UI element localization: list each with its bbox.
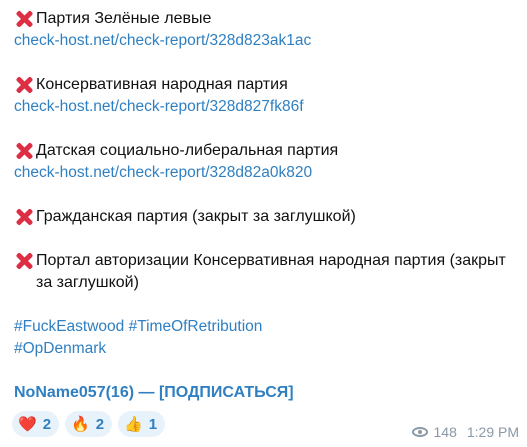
heart-icon: ❤️ [18,415,37,433]
entry-title: Партия Зелёные левые [14,8,524,30]
entry-title: Датская социально-либеральная партия [14,140,524,162]
entry-1: Партия Зелёные левые check-host.net/chec… [14,8,524,52]
hashtags: #FuckEastwood #TimeOfRetribution #OpDenm… [14,316,524,360]
entry-title-text: Датская социально-либеральная партия [36,142,339,159]
reaction-heart[interactable]: ❤️ 2 [12,411,60,437]
check-report-link[interactable]: check-host.net/check-report/328d82a0k820 [14,162,524,184]
check-report-link[interactable]: check-host.net/check-report/328d823ak1ac [14,30,524,52]
reaction-count: 2 [42,415,52,433]
hashtag-line[interactable]: #OpDenmark [14,338,524,360]
cross-mark-icon [14,251,34,271]
entry-4: Гражданская партия (закрыт за заглушкой) [14,206,524,228]
entry-title: Портал авторизации Консервативная народн… [14,250,524,294]
cross-mark-icon [14,207,34,227]
eye-icon [411,427,428,437]
entry-title-text: Портал авторизации Консервативная народн… [36,252,506,291]
entry-5: Портал авторизации Консервативная народн… [14,250,524,294]
fire-icon: 🔥 [71,415,90,433]
entry-title: Консервативная народная партия [14,74,524,96]
entry-title-text: Консервативная народная партия [36,76,288,93]
message-meta: 148 1:29 PM [411,424,519,440]
reaction-count: 1 [148,415,158,433]
entry-3: Датская социально-либеральная партия che… [14,140,524,184]
reaction-fire[interactable]: 🔥 2 [65,411,113,437]
entry-title: Гражданская партия (закрыт за заглушкой) [14,206,524,228]
cross-mark-icon [14,141,34,161]
channel-signature-link[interactable]: NoName057(16) — [ПОДПИСАТЬСЯ] [14,382,524,404]
entry-2: Консервативная народная партия check-hos… [14,74,524,118]
message-body: Партия Зелёные левые check-host.net/chec… [14,8,524,404]
reactions-bar: ❤️ 2 🔥 2 👍 1 [12,411,166,437]
check-report-link[interactable]: check-host.net/check-report/328d827fk86f [14,96,524,118]
cross-mark-icon [14,9,34,29]
entry-title-text: Партия Зелёные левые [36,10,212,27]
reaction-count: 2 [95,415,105,433]
thumbs-up-icon: 👍 [124,415,143,433]
hashtag-line[interactable]: #FuckEastwood #TimeOfRetribution [14,316,524,338]
reaction-thumbs-up[interactable]: 👍 1 [118,411,166,437]
cross-mark-icon [14,75,34,95]
entry-title-text: Гражданская партия (закрыт за заглушкой) [36,208,356,225]
message-time: 1:29 PM [466,424,519,440]
view-count: 148 [433,424,457,440]
